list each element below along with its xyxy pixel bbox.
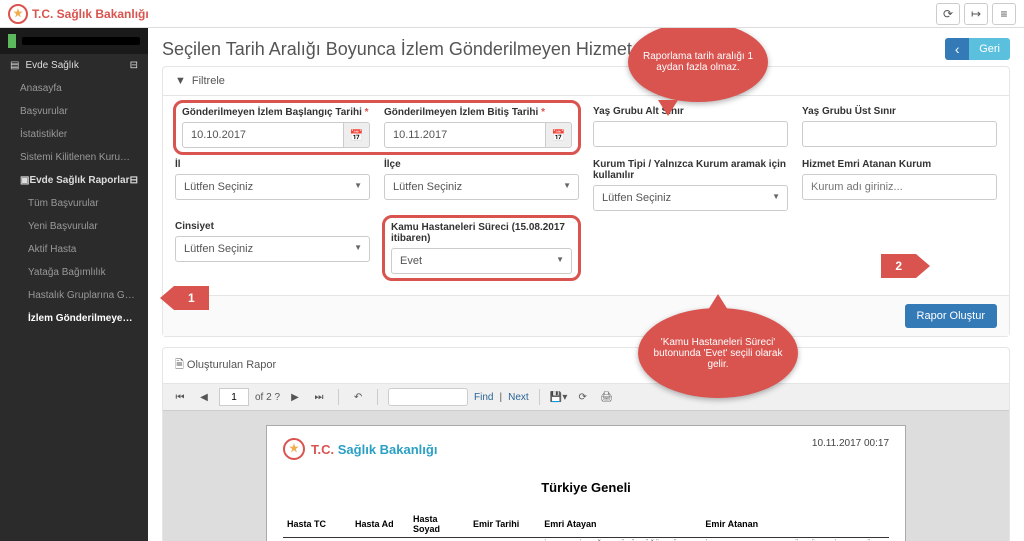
menu-icon[interactable]: ≡ bbox=[992, 3, 1016, 25]
sidebar-item-kilitlenen[interactable]: Sistemi Kilitlenen Kurum Listesi bbox=[0, 146, 148, 169]
brand-logo bbox=[8, 4, 28, 24]
user-name-redacted bbox=[22, 37, 140, 45]
refresh-icon[interactable]: ⟳ bbox=[936, 3, 960, 25]
page-title: Seçilen Tarih Aralığı Boyunca İzlem Gönd… bbox=[162, 39, 698, 60]
sidebar-subgroup-raporlar[interactable]: ▣Evde Sağlık Raporlar ⊟ bbox=[0, 169, 148, 192]
export-icon[interactable]: 💾▾ bbox=[550, 388, 568, 406]
document-icon: 🗎 bbox=[175, 359, 184, 371]
ilce-select[interactable]: Lütfen Seçiniz bbox=[384, 174, 579, 200]
kamu-label: Kamu Hastaneleri Süreci (15.08.2017 itib… bbox=[391, 222, 572, 244]
refresh-report-icon[interactable]: ⟳ bbox=[574, 388, 592, 406]
end-date-label: Gönderilmeyen İzlem Bitiş Tarihi * bbox=[384, 107, 572, 118]
start-date-input[interactable] bbox=[182, 122, 344, 148]
table-row: 20.10.2017 00:00:00 İSTANBUL İL SAĞLIK M… bbox=[283, 538, 889, 541]
report-page: 10.11.2017 00:17 T.C. Sağlık Bakanlığı T… bbox=[266, 425, 906, 541]
kurum-tipi-select[interactable]: Lütfen Seçiniz bbox=[593, 185, 788, 211]
step-badge-2: 2 bbox=[881, 254, 916, 278]
kamu-select[interactable]: Evet bbox=[391, 248, 572, 274]
age-min-input[interactable] bbox=[593, 121, 788, 147]
last-page-icon[interactable]: ⏭ bbox=[310, 388, 328, 406]
end-date-input[interactable] bbox=[384, 122, 546, 148]
sidebar-item-hastalik-gruplari[interactable]: Hastalık Gruplarına Göre bbox=[0, 284, 148, 307]
collapse-icon: ⊟ bbox=[130, 175, 138, 186]
sidebar-item-tum-basvurular[interactable]: Tüm Başvurular bbox=[0, 192, 148, 215]
first-page-icon[interactable]: ⏮ bbox=[171, 388, 189, 406]
find-link[interactable]: Find bbox=[474, 392, 493, 403]
page-input[interactable] bbox=[219, 388, 249, 406]
prev-page-icon[interactable]: ◀ bbox=[195, 388, 213, 406]
sidebar-item-istatistikler[interactable]: İstatistikler bbox=[0, 123, 148, 146]
sidebar: ▤Evde Sağlık ⊟ Anasayfa Başvurular İstat… bbox=[0, 28, 148, 541]
report-heading: 🗎 Oluşturulan Rapor bbox=[163, 348, 1009, 384]
next-page-icon[interactable]: ▶ bbox=[286, 388, 304, 406]
create-report-button[interactable]: Rapor Oluştur bbox=[905, 304, 997, 328]
cinsiyet-select[interactable]: Lütfen Seçiniz bbox=[175, 236, 370, 262]
report-datetime: 10.11.2017 00:17 bbox=[812, 438, 889, 449]
sidebar-item-aktif-hasta[interactable]: Aktif Hasta bbox=[0, 238, 148, 261]
calendar-icon[interactable]: 📅 bbox=[344, 122, 370, 148]
filter-icon: ▼ bbox=[175, 75, 186, 87]
filter-heading[interactable]: ▼ Filtrele bbox=[163, 67, 1009, 96]
sidebar-item-izlem-gonderilmeyen[interactable]: İzlem Gönderilmeyen Süreçler bbox=[0, 307, 148, 331]
report-table: Hasta TC Hasta Ad Hasta Soyad Emir Tarih… bbox=[283, 511, 889, 541]
report-title: Türkiye Geneli bbox=[283, 480, 889, 495]
collapse-icon: ⊟ bbox=[130, 60, 138, 71]
logout-icon[interactable]: ↦ bbox=[964, 3, 988, 25]
avatar bbox=[8, 34, 16, 48]
print-icon[interactable]: 🖨 bbox=[598, 388, 616, 406]
sidebar-group-evde-saglik[interactable]: ▤Evde Sağlık ⊟ bbox=[0, 54, 148, 77]
find-input[interactable] bbox=[388, 388, 468, 406]
il-select[interactable]: Lütfen Seçiniz bbox=[175, 174, 370, 200]
step-badge-1: 1 bbox=[174, 286, 209, 310]
cinsiyet-label: Cinsiyet bbox=[175, 221, 370, 232]
report-brand-logo bbox=[283, 438, 305, 460]
back-parent-icon[interactable]: ↶ bbox=[349, 388, 367, 406]
age-max-input[interactable] bbox=[802, 121, 997, 147]
page-of-text: of 2 ? bbox=[255, 392, 280, 403]
il-label: İl bbox=[175, 159, 370, 170]
sidebar-item-anasayfa[interactable]: Anasayfa bbox=[0, 77, 148, 100]
brand: T.C. Sağlık Bakanlığı bbox=[8, 4, 149, 24]
hizmet-emri-label: Hizmet Emri Atanan Kurum bbox=[802, 159, 997, 170]
sidebar-item-yeni-basvurular[interactable]: Yeni Başvurular bbox=[0, 215, 148, 238]
kurum-tipi-label: Kurum Tipi / Yalnızca Kurum aramak için … bbox=[593, 159, 788, 181]
callout-kamu-evet: 'Kamu Hastaneleri Süreci' butonunda 'Eve… bbox=[638, 308, 798, 398]
layers-icon: ▤ bbox=[10, 60, 19, 71]
age-min-label: Yaş Grubu Alt Sınır bbox=[593, 106, 788, 117]
calendar-icon[interactable]: 📅 bbox=[546, 122, 572, 148]
user-row[interactable] bbox=[0, 28, 148, 54]
filter-panel: ▼ Filtrele Gönderilmeyen İzlem Başlangıç… bbox=[162, 66, 1010, 337]
next-link[interactable]: Next bbox=[508, 392, 529, 403]
report-toolbar: ⏮ ◀ of 2 ? ▶ ⏭ ↶ Find | Next 💾▾ ⟳ 🖨 bbox=[163, 384, 1009, 411]
age-max-label: Yaş Grubu Üst Sınır bbox=[802, 106, 997, 117]
sidebar-item-yataga-bagimli[interactable]: Yatağa Bağımlılık bbox=[0, 261, 148, 284]
back-button[interactable]: ‹ Geri bbox=[945, 38, 1010, 60]
start-date-label: Gönderilmeyen İzlem Başlangıç Tarihi * bbox=[182, 107, 370, 118]
chevron-left-icon: ‹ bbox=[945, 38, 969, 60]
sidebar-item-basvurular[interactable]: Başvurular bbox=[0, 100, 148, 123]
ilce-label: İlçe bbox=[384, 159, 579, 170]
hizmet-emri-input[interactable] bbox=[802, 174, 997, 200]
